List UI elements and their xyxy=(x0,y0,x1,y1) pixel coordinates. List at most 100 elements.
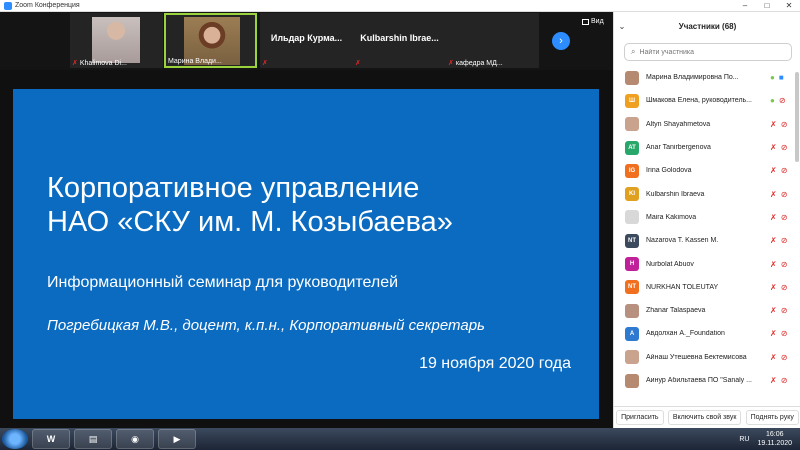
mic-muted-icon: ✗ xyxy=(262,60,268,67)
participant-row[interactable]: Аинур Абильтаева ПО "Sanaly ... ✗ ⊘ xyxy=(614,369,800,392)
participant-name: Марина Владимировна По... xyxy=(646,74,739,82)
participant-name: Maira Kakimova xyxy=(646,213,697,221)
mic-muted-icon: ✗ xyxy=(448,60,454,67)
camera-off-icon: ⊘ xyxy=(780,376,788,385)
thumbnail-name: Khalimova Di... xyxy=(79,59,127,67)
collapse-panel-button[interactable]: ⌄ xyxy=(614,22,630,31)
language-indicator[interactable]: RU xyxy=(739,436,749,443)
participant-name: NURKHAN TOLEUTAY xyxy=(646,283,719,291)
view-button[interactable]: Вид xyxy=(582,18,604,25)
mic-muted-icon: ✗ xyxy=(770,236,777,246)
avatar xyxy=(625,350,639,365)
thumbnail-tile[interactable]: ✗ кафедра МД... xyxy=(446,13,539,68)
chevron-right-icon: › xyxy=(559,35,563,47)
camera-off-icon: ⊘ xyxy=(778,96,786,106)
participant-name: Nazarova T. Kassen M. xyxy=(646,237,719,245)
camera-off-icon: ⊘ xyxy=(780,212,788,222)
mic-muted-icon: ✗ xyxy=(72,60,78,67)
participant-row[interactable]: Марина Владимировна По... ● ■ xyxy=(614,66,800,89)
camera-off-icon: ⊘ xyxy=(780,329,788,339)
participant-video xyxy=(92,17,140,63)
taskbar: W ▤ ◉ ▶ RU 16:06 19.11.2020 xyxy=(0,428,800,450)
camera-off-icon: ⊘ xyxy=(780,259,788,269)
taskbar-app-chrome[interactable]: ◉ xyxy=(116,429,154,449)
search-icon: ⌕ xyxy=(631,47,636,56)
avatar: AT xyxy=(625,140,639,155)
participant-name: Irina Golodova xyxy=(646,167,692,175)
participant-row[interactable]: Ш Шмакова Елена, руководитель... ● ⊘ xyxy=(614,89,800,112)
search-participant-box[interactable]: ⌕ xyxy=(624,43,792,61)
participant-name: Altyn Shayahmetova xyxy=(646,120,711,128)
participant-row[interactable]: Altyn Shayahmetova ✗ ⊘ xyxy=(614,113,800,136)
mic-muted-icon: ✗ xyxy=(770,306,777,316)
avatar xyxy=(625,303,639,318)
participant-name: Шмакова Елена, руководитель... xyxy=(646,97,753,105)
participant-row[interactable]: Айнаш Утешевна Бектемисова ✗ ⊘ xyxy=(614,346,800,369)
thumbnail-strip: ✗ Khalimova Di... Марина Влади... Ильдар … xyxy=(0,12,613,70)
maximize-button[interactable]: □ xyxy=(756,1,778,10)
mic-muted-icon: ✗ xyxy=(770,329,777,339)
avatar: A xyxy=(625,326,639,341)
slide-author: Погребицкая М.В., доцент, к.п.н., Корпор… xyxy=(47,317,485,334)
mic-muted-icon: ✗ xyxy=(770,166,777,176)
mic-muted-icon: ✗ xyxy=(770,259,777,269)
participant-name: Kulbarshin Ibraeva xyxy=(646,190,705,198)
participant-name: Anar Tanirbergenova xyxy=(646,144,711,152)
participant-row[interactable]: NT NURKHAN TOLEUTAY ✗ ⊘ xyxy=(614,276,800,299)
close-button[interactable]: ✕ xyxy=(778,1,800,10)
invite-button[interactable]: Пригласить xyxy=(616,410,664,425)
start-button[interactable] xyxy=(2,429,28,449)
avatar: IG xyxy=(625,163,639,178)
camera-off-icon: ⊘ xyxy=(780,352,788,362)
mic-muted-icon: ✗ xyxy=(770,119,777,129)
participant-row[interactable]: IG Irina Golodova ✗ ⊘ xyxy=(614,159,800,182)
mic-icon: ● xyxy=(770,96,775,106)
camera-off-icon: ⊘ xyxy=(780,166,788,176)
search-input[interactable] xyxy=(639,48,780,56)
window-title: Zoom Конференция xyxy=(15,2,80,9)
thumbnail-name: кафедра МД... xyxy=(455,59,503,67)
thumbnail-tile[interactable]: ✗ Khalimova Di... xyxy=(70,13,163,68)
thumbnail-tile[interactable]: Ильдар Курма... ✗ xyxy=(260,13,353,68)
mic-icon: ● xyxy=(770,73,775,83)
avatar xyxy=(625,210,639,225)
participant-row[interactable]: Zhanar Talaspaeva ✗ ⊘ xyxy=(614,299,800,322)
mic-muted-icon: ✗ xyxy=(770,212,777,222)
slide-title: Корпоративное управление НАО «СКУ им. М.… xyxy=(47,172,453,238)
title-bar: Zoom Конференция – □ ✕ xyxy=(0,0,800,12)
minimize-button[interactable]: – xyxy=(734,1,756,10)
participant-row[interactable]: AT Anar Tanirbergenova ✗ ⊘ xyxy=(614,136,800,159)
system-tray: RU 16:06 19.11.2020 xyxy=(739,430,792,448)
thumbnail-name-center: Kulbarshin Ibrae... xyxy=(360,33,439,43)
participant-row[interactable]: NT Nazarova T. Kassen M. ✗ ⊘ xyxy=(614,229,800,252)
taskbar-app-zoom[interactable]: ▶ xyxy=(158,429,196,449)
participant-name: Zhanar Talaspaeva xyxy=(646,307,706,315)
participant-row[interactable]: KI Kulbarshin Ibraeva ✗ ⊘ xyxy=(614,182,800,205)
participant-row[interactable]: H Nurbolat Abuov ✗ ⊘ xyxy=(614,252,800,275)
taskbar-app-word[interactable]: W xyxy=(32,429,70,449)
participant-name: Айнаш Утешевна Бектемисова xyxy=(646,353,747,361)
mic-muted-icon: ✗ xyxy=(770,282,777,292)
mic-muted-icon: ✗ xyxy=(770,376,777,385)
mic-muted-icon: ✗ xyxy=(770,189,777,199)
camera-off-icon: ⊘ xyxy=(780,119,788,129)
next-page-button[interactable]: › xyxy=(552,32,570,50)
participant-row[interactable]: A Авдолхан А._Foundation ✗ ⊘ xyxy=(614,322,800,345)
avatar: KI xyxy=(625,187,639,202)
clock[interactable]: 16:06 19.11.2020 xyxy=(757,430,792,448)
zoom-window: Zoom Конференция – □ ✕ ✗ Khalimova Di... … xyxy=(0,0,800,428)
avatar: NT xyxy=(625,233,639,248)
thumbnail-tile-active[interactable]: Марина Влади... xyxy=(164,13,257,68)
avatar xyxy=(625,70,639,85)
raise-hand-button[interactable]: Поднять руку xyxy=(745,410,799,425)
thumbnail-name: Марина Влади... xyxy=(168,58,222,65)
zoom-logo-icon xyxy=(4,1,12,10)
participant-row[interactable]: Maira Kakimova ✗ ⊘ xyxy=(614,206,800,229)
unmute-button[interactable]: Включить свой звук xyxy=(667,410,742,425)
thumbnail-tile[interactable]: Kulbarshin Ibrae... ✗ xyxy=(353,13,446,68)
scrollbar[interactable] xyxy=(795,72,799,162)
grid-icon xyxy=(582,18,589,25)
taskbar-app-explorer[interactable]: ▤ xyxy=(74,429,112,449)
participant-name: Аинур Абильтаева ПО "Sanaly ... xyxy=(646,377,752,384)
avatar: Ш xyxy=(625,93,639,108)
